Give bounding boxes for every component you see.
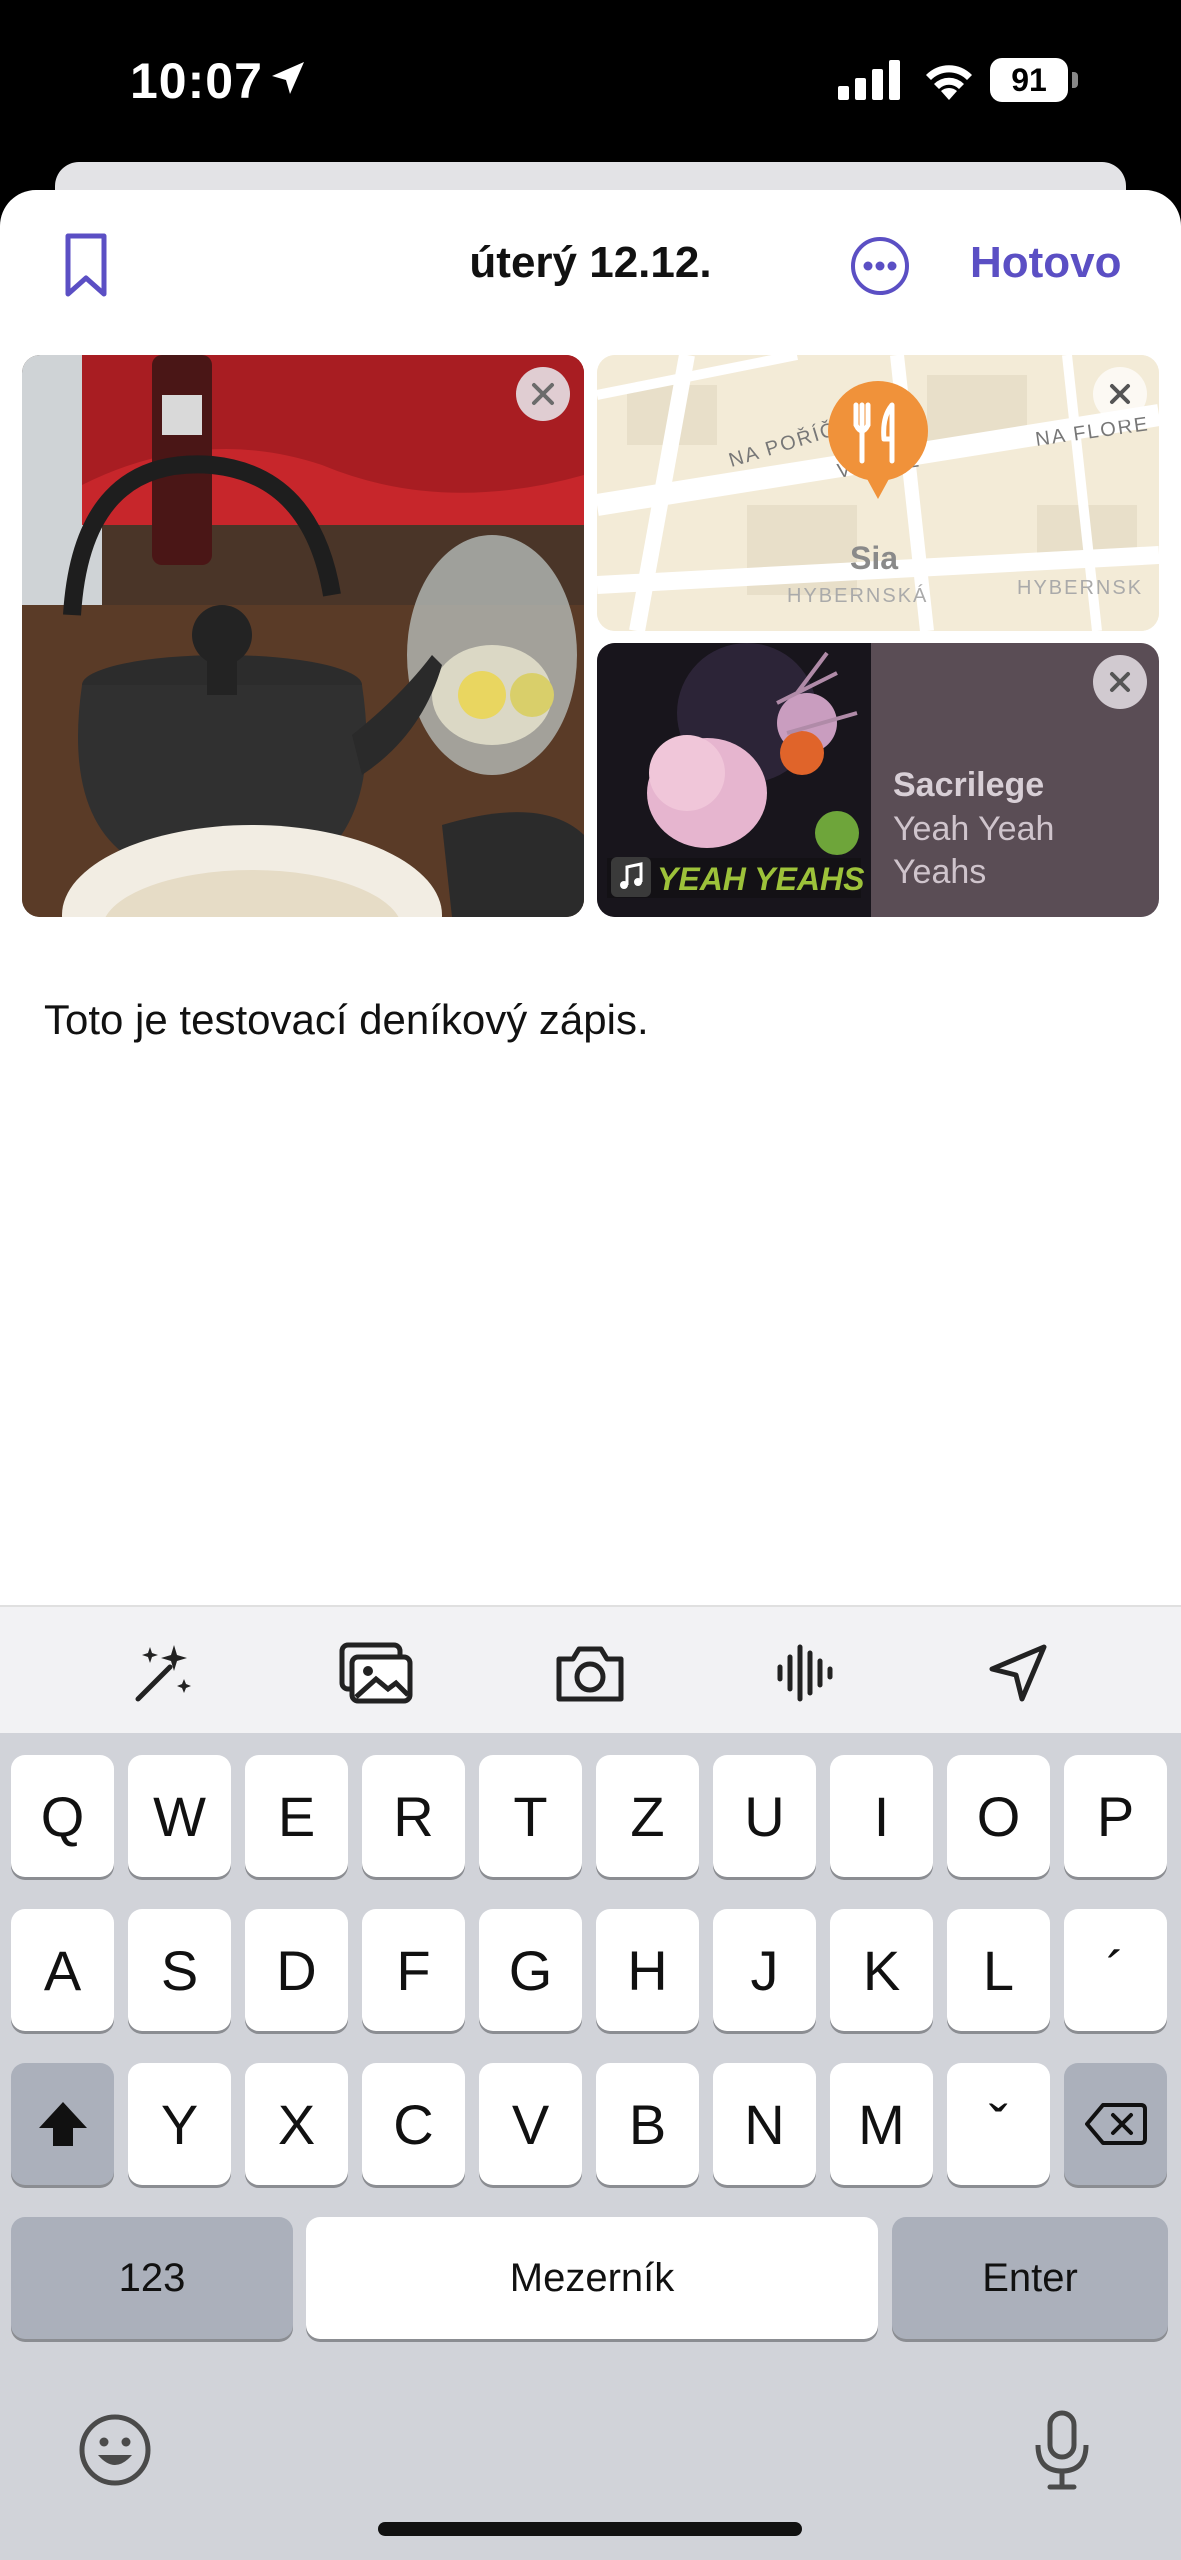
enter-key[interactable]: Enter — [892, 2217, 1168, 2339]
key-l[interactable]: L — [947, 1909, 1050, 2031]
map-street-label: HYBERNSKÁ — [787, 585, 929, 607]
backspace-key[interactable] — [1064, 2063, 1167, 2185]
keyboard: Q W E R T Z U I O P A S D F G H J K L ´ … — [0, 1733, 1181, 2560]
key-j[interactable]: J — [713, 1909, 816, 2031]
close-icon — [532, 383, 554, 405]
key-caron[interactable]: ˇ — [947, 2063, 1050, 2185]
status-bar: 10:07 91 — [0, 0, 1181, 160]
magic-wand-icon[interactable] — [130, 1639, 198, 1707]
shift-arrow-icon — [38, 2102, 87, 2146]
map-street-label: HYBERNSK — [1017, 577, 1144, 599]
dictation-microphone-icon[interactable] — [1032, 2409, 1092, 2493]
key-x[interactable]: X — [245, 2063, 348, 2185]
map-place-name: Sia — [850, 540, 899, 576]
key-b[interactable]: B — [596, 2063, 699, 2185]
remove-photo-button[interactable] — [516, 367, 570, 421]
music-note-icon — [611, 857, 651, 897]
key-k[interactable]: K — [830, 1909, 933, 2031]
teapot-photo — [22, 355, 584, 917]
map-attachment[interactable]: NA POŘÍČÍ NA FLORE V JÁMĚ HYBERNSKÁ HYBE… — [597, 355, 1159, 631]
remove-music-button[interactable] — [1093, 655, 1147, 709]
key-y[interactable]: Y — [128, 2063, 231, 2185]
photo-attachment[interactable] — [22, 355, 584, 917]
key-e[interactable]: E — [245, 1755, 348, 1877]
key-u[interactable]: U — [713, 1755, 816, 1877]
restaurant-pin-icon — [828, 381, 928, 499]
key-p[interactable]: P — [1064, 1755, 1167, 1877]
key-m[interactable]: M — [830, 2063, 933, 2185]
key-r[interactable]: R — [362, 1755, 465, 1877]
location-arrow-icon[interactable] — [984, 1639, 1052, 1707]
cellular-signal-icon — [838, 60, 900, 100]
battery-level: 91 — [990, 58, 1068, 102]
song-artist: Yeah Yeah Yeahs — [893, 810, 1055, 891]
key-a[interactable]: A — [11, 1909, 114, 2031]
key-f[interactable]: F — [362, 1909, 465, 2031]
more-options-icon[interactable] — [850, 236, 910, 296]
emoji-icon[interactable] — [78, 2413, 152, 2487]
location-services-icon — [272, 62, 304, 94]
attachment-toolbar — [0, 1605, 1181, 1735]
backspace-icon — [1084, 2103, 1147, 2145]
key-q[interactable]: Q — [11, 1755, 114, 1877]
wifi-icon — [926, 65, 972, 100]
song-title: Sacrilege — [893, 766, 1045, 804]
entry-text-editor[interactable]: Toto je testovací deníkový zápis. — [44, 996, 649, 1044]
space-key[interactable]: Mezerník — [306, 2217, 878, 2339]
battery-icon: 91 — [990, 58, 1078, 102]
camera-icon[interactable] — [553, 1639, 627, 1707]
remove-location-button[interactable] — [1093, 367, 1147, 421]
key-v[interactable]: V — [479, 2063, 582, 2185]
key-c[interactable]: C — [362, 2063, 465, 2185]
key-acute-accent[interactable]: ´ — [1064, 1909, 1167, 2031]
key-h[interactable]: H — [596, 1909, 699, 2031]
key-o[interactable]: O — [947, 1755, 1050, 1877]
shift-key[interactable] — [11, 2063, 114, 2185]
key-i[interactable]: I — [830, 1755, 933, 1877]
status-time: 10:07 — [130, 53, 263, 109]
key-w[interactable]: W — [128, 1755, 231, 1877]
close-icon — [1110, 672, 1130, 692]
home-indicator[interactable] — [378, 2522, 802, 2536]
numbers-key[interactable]: 123 — [11, 2217, 293, 2339]
key-g[interactable]: G — [479, 1909, 582, 2031]
key-n[interactable]: N — [713, 2063, 816, 2185]
done-button[interactable]: Hotovo — [970, 238, 1122, 288]
key-t[interactable]: T — [479, 1755, 582, 1877]
key-z[interactable]: Z — [596, 1755, 699, 1877]
close-icon — [1110, 384, 1130, 404]
photo-library-icon[interactable] — [338, 1639, 414, 1707]
key-d[interactable]: D — [245, 1909, 348, 2031]
key-s[interactable]: S — [128, 1909, 231, 2031]
album-art-text: YEAH YEAHS — [657, 861, 865, 897]
audio-waveform-icon[interactable] — [770, 1639, 838, 1707]
